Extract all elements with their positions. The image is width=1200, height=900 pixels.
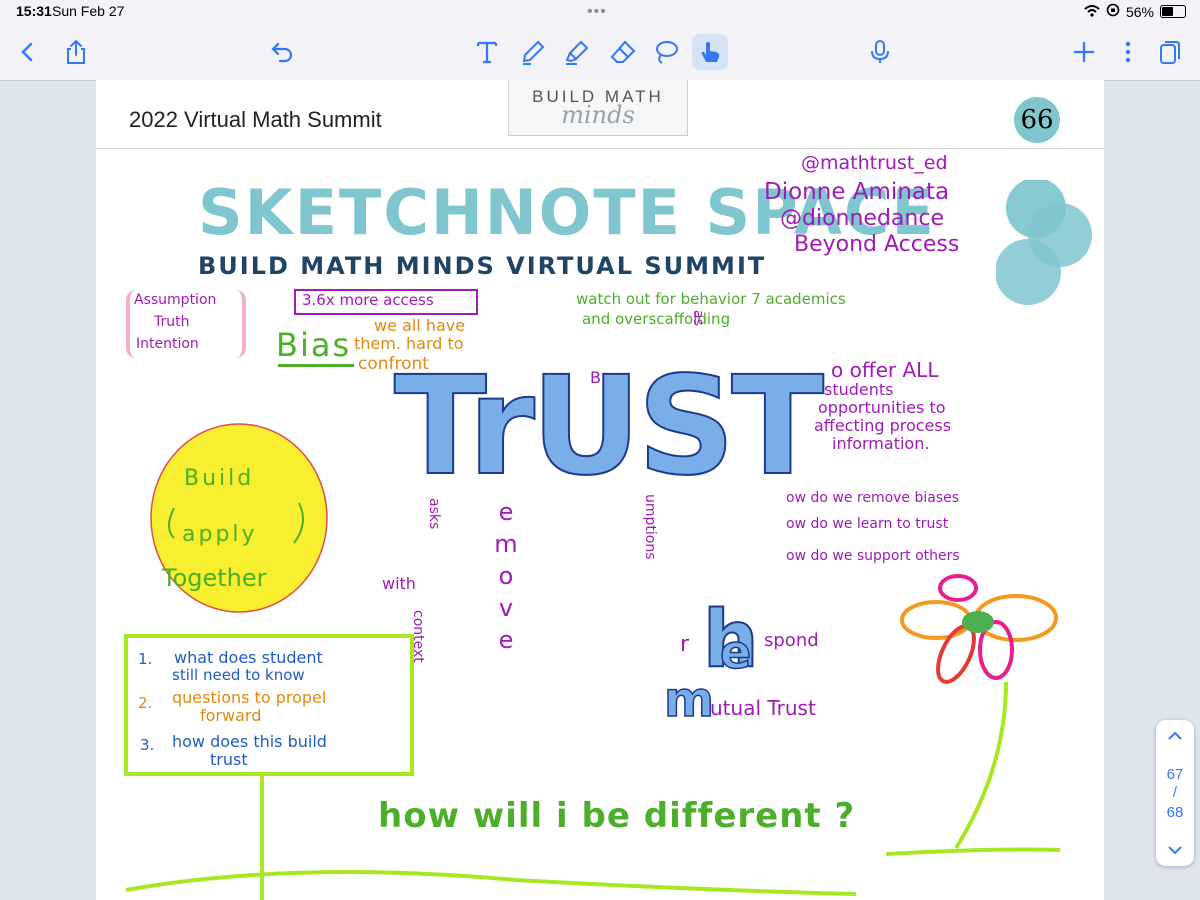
affecting-text: affecting process <box>814 416 952 435</box>
b-letter: B <box>590 368 601 387</box>
page-separator: / <box>1172 784 1178 801</box>
question-support-others: ow do we support others <box>786 548 960 564</box>
summit-title: 2022 Virtual Math Summit <box>129 107 382 132</box>
them-letter-m: m <box>663 671 715 729</box>
vertical-as: as <box>690 310 706 326</box>
bias-underline <box>278 364 354 367</box>
decorative-circles <box>996 180 1092 305</box>
assumption-label: Assumption <box>134 292 217 308</box>
them-letter-e: e <box>719 624 752 680</box>
students-text: students <box>824 380 894 399</box>
bottom-question: how will i be different ? <box>378 796 856 836</box>
page-header: 2022 Virtual Math Summit BUILD MATH mind… <box>96 80 1104 149</box>
credit-name: Dionne Aminata <box>764 179 950 205</box>
information-text: information. <box>832 434 930 453</box>
sun-apply: apply <box>182 522 258 547</box>
checklist-num-1: 1. <box>138 650 153 668</box>
question-learn-trust: ow do we learn to trust <box>786 516 949 532</box>
checklist-num-3: 3. <box>140 736 155 754</box>
toolbar <box>0 24 1200 81</box>
status-bar: 15:31 Sun Feb 27 ••• 56% <box>0 0 1200 24</box>
respond-text: spond <box>764 630 819 651</box>
watch-out-note: watch out for behavior 7 academics <box>576 290 846 308</box>
eraser-icon[interactable] <box>605 34 641 70</box>
hand-pointer-icon[interactable] <box>692 34 728 70</box>
more-access-text: 3.6x more access <box>302 291 434 309</box>
battery-percent: 56% <box>1125 3 1154 20</box>
build-math-minds-logo: BUILD MATH minds <box>508 80 688 136</box>
next-page-button[interactable] <box>1156 840 1194 860</box>
vertical-asks: asks <box>426 498 442 530</box>
sketchnote-subtitle: BUILD MATH MINDS VIRTUAL SUMMIT <box>198 252 767 280</box>
intention-label: Intention <box>136 336 199 352</box>
pages-icon[interactable] <box>1152 34 1188 70</box>
credit-handle-2: @dionnedance <box>780 206 944 231</box>
checklist-item-3b: trust <box>210 750 248 769</box>
total-pages: 68 <box>1166 804 1184 821</box>
add-page-icon[interactable] <box>1066 34 1102 70</box>
offer-all-text: o offer ALL <box>831 358 939 382</box>
opportunities-text: opportunities to <box>818 398 946 417</box>
checklist-item-2b: forward <box>200 706 262 725</box>
wifi-icon <box>1084 4 1100 20</box>
microphone-icon[interactable] <box>862 34 898 70</box>
mutual-trust-text: utual Trust <box>710 696 816 720</box>
clock: 15:31 <box>16 3 52 19</box>
highlighter-icon[interactable] <box>559 34 595 70</box>
date: Sun Feb 27 <box>52 3 125 19</box>
truth-label: Truth <box>154 314 190 330</box>
checklist-item-2: questions to propel <box>172 688 327 707</box>
with-text: with <box>382 574 416 593</box>
sun-together: Together <box>162 564 267 592</box>
share-icon[interactable] <box>58 34 94 70</box>
bias-word: Bias <box>276 326 352 364</box>
sun-build: Build <box>184 466 255 491</box>
more-icon[interactable] <box>1110 34 1146 70</box>
back-icon[interactable] <box>10 34 46 70</box>
credit-handle: @mathtrust_ed <box>801 152 948 174</box>
current-page-number: 67 <box>1166 766 1184 783</box>
checklist-item-1b: still need to know <box>172 666 305 684</box>
question-remove-biases: ow do we remove biases <box>786 490 960 506</box>
document-page[interactable]: 2022 Virtual Math Summit BUILD MATH mind… <box>96 80 1104 900</box>
battery-icon <box>1160 5 1186 18</box>
text-tool-icon[interactable] <box>469 34 505 70</box>
multitasking-dots[interactable]: ••• <box>587 3 607 21</box>
checklist-item-3: how does this build <box>172 732 327 751</box>
undo-icon[interactable] <box>265 34 301 70</box>
r-letter: r <box>680 632 690 657</box>
checklist-num-2: 2. <box>138 694 153 712</box>
bias-note-1: we all have <box>374 316 466 335</box>
previous-page-button[interactable] <box>1156 726 1194 746</box>
vertical-umptions: umptions <box>642 494 658 560</box>
page-navigator: 67 / 68 <box>1156 720 1194 866</box>
lasso-icon[interactable] <box>648 34 684 70</box>
checklist-item-1: what does student <box>174 648 323 667</box>
vertical-remove: emove <box>492 498 520 658</box>
credit-session: Beyond Access <box>794 232 960 257</box>
orientation-lock-icon <box>1106 3 1120 20</box>
page-number-badge: 66 <box>1014 97 1060 143</box>
trust-word: TrUST <box>393 347 825 507</box>
pen-icon[interactable] <box>515 34 551 70</box>
overscaffolding-note: and overscaffolding <box>582 310 731 328</box>
